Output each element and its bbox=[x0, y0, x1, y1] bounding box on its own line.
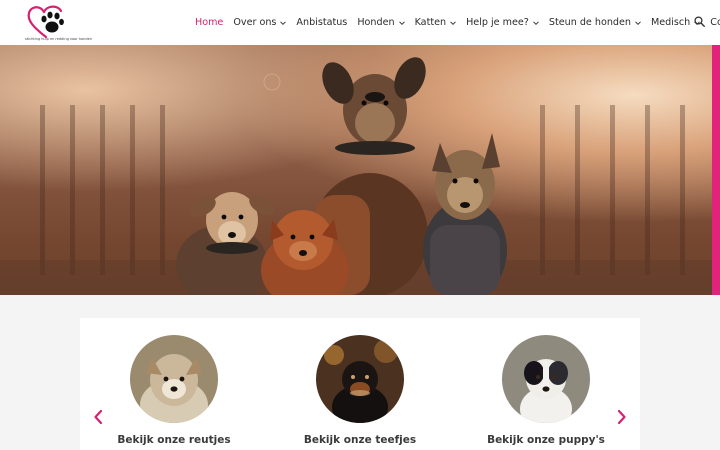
card-title[interactable]: Bekijk onze teefjes bbox=[270, 434, 450, 446]
chevron-left-icon[interactable] bbox=[93, 409, 103, 425]
nav-label: Katten bbox=[414, 17, 447, 28]
nav-item-home[interactable]: Home bbox=[195, 17, 223, 28]
chevron-down-icon bbox=[280, 20, 287, 25]
nav-label: Medisch bbox=[650, 17, 691, 28]
card-image[interactable] bbox=[502, 335, 590, 423]
chevron-right-icon[interactable] bbox=[617, 409, 627, 425]
site-header: stichting hulp en redding voor honden Ho… bbox=[0, 0, 720, 45]
nav-label: Honden bbox=[357, 17, 395, 28]
nav-label: Contact bbox=[710, 17, 720, 28]
heart-paw-logo-icon bbox=[27, 5, 64, 39]
nav-item-steun-de-honden[interactable]: Steun de honden bbox=[549, 17, 641, 28]
main-nav: Home Over ons Anbistatus Honden Katten H… bbox=[195, 0, 720, 45]
card-image[interactable] bbox=[316, 335, 404, 423]
dogs-photo bbox=[0, 57, 720, 295]
nav-item-medisch[interactable]: Medisch bbox=[650, 17, 701, 28]
nav-label: Home bbox=[195, 17, 224, 28]
nav-item-contact[interactable]: Contact bbox=[710, 17, 720, 28]
nav-item-katten[interactable]: Katten bbox=[415, 17, 457, 28]
nav-item-over-ons[interactable]: Over ons bbox=[233, 17, 287, 28]
card-title[interactable]: Bekijk onze reutjes bbox=[84, 434, 264, 446]
nav-label: Anbistatus bbox=[296, 17, 348, 28]
nav-item-honden[interactable]: Honden bbox=[357, 17, 405, 28]
site-logo[interactable]: stichting hulp en redding voor honden bbox=[25, 3, 92, 43]
nav-item-help-je-mee[interactable]: Help je mee? bbox=[466, 17, 539, 28]
chevron-down-icon bbox=[533, 20, 539, 25]
cards-section: Bekijk onze reutjes Bekijk onze teefjes bbox=[80, 318, 640, 450]
chevron-down-icon bbox=[450, 20, 456, 25]
nav-item-anbistatus[interactable]: Anbistatus bbox=[296, 17, 347, 28]
card-title[interactable]: Bekijk onze puppy's bbox=[456, 434, 636, 446]
hero-accent-bar bbox=[712, 45, 720, 295]
nav-label: Steun de honden bbox=[548, 17, 631, 28]
card-image[interactable] bbox=[130, 335, 218, 423]
nav-label: Over ons bbox=[233, 17, 277, 28]
nav-label: Help je mee? bbox=[466, 17, 529, 28]
search-icon[interactable] bbox=[694, 16, 705, 27]
chevron-down-icon bbox=[398, 20, 405, 25]
logo-tagline: stichting hulp en redding voor honden bbox=[25, 37, 92, 41]
hero-banner bbox=[0, 45, 720, 295]
chevron-down-icon bbox=[635, 20, 641, 25]
